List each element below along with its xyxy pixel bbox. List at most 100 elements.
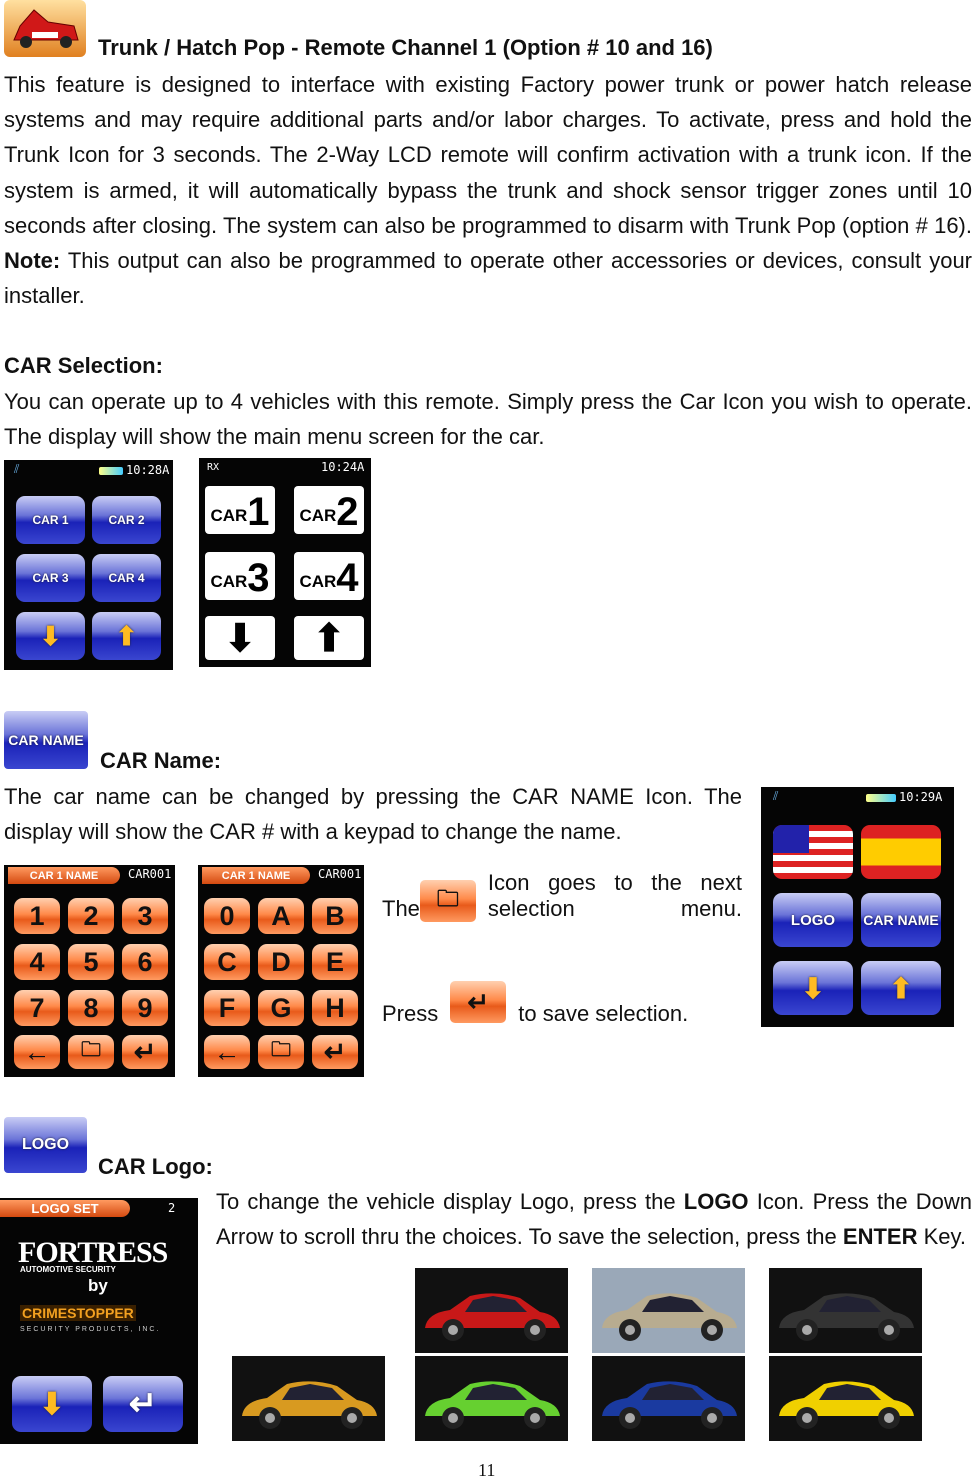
car-logo-image bbox=[415, 1268, 568, 1353]
car-label: CAR bbox=[299, 572, 337, 591]
clock-time: 10:29A bbox=[899, 790, 943, 804]
key-0[interactable]: 0 bbox=[204, 898, 250, 934]
name-value: CAR001 bbox=[128, 867, 172, 881]
backspace-arrow-icon[interactable]: ← bbox=[14, 1035, 60, 1069]
keypad-title: CAR 1 NAME bbox=[8, 867, 120, 884]
scroll-down-icon[interactable]: ⬇ bbox=[16, 612, 85, 660]
key-d[interactable]: D bbox=[258, 944, 304, 980]
enter-icon[interactable]: ↵ bbox=[122, 1035, 168, 1069]
scroll-up-icon[interactable]: ⬆ bbox=[92, 612, 161, 660]
page-number: 11 bbox=[478, 1460, 496, 1477]
up-arrow-icon[interactable]: ⬆ bbox=[294, 616, 364, 660]
key-g[interactable]: G bbox=[258, 990, 304, 1026]
key-f[interactable]: F bbox=[204, 990, 250, 1026]
key-7[interactable]: 7 bbox=[14, 990, 60, 1026]
car-logo-description: To change the vehicle display Logo, pres… bbox=[216, 1184, 972, 1254]
car-3-button[interactable]: CAR 3 bbox=[205, 552, 275, 600]
car-name-icon: CAR NAME bbox=[4, 711, 88, 769]
logo-set-title: LOGO SET bbox=[0, 1200, 130, 1217]
key-9[interactable]: 9 bbox=[122, 990, 168, 1026]
logo-number: 2 bbox=[168, 1201, 176, 1215]
clock-time: 10:24A bbox=[321, 460, 365, 474]
next-menu-folder-icon[interactable]: 🗀 bbox=[68, 1035, 114, 1069]
numeric-keypad-screen: CAR 1 NAME CAR001 1 2 3 4 5 6 7 8 9 ← 🗀 … bbox=[4, 865, 175, 1077]
mono-remote-screen: RX 10:24A CAR 1 CAR 2 CAR 3 CAR 4 ⬇ ⬆ bbox=[199, 458, 371, 667]
key-6[interactable]: 6 bbox=[122, 944, 168, 980]
save-pre-text: Press bbox=[382, 1001, 439, 1026]
save-post-text: to save selection. bbox=[518, 1001, 689, 1026]
key-4[interactable]: 4 bbox=[14, 944, 60, 980]
car-selection-heading: CAR Selection: bbox=[4, 353, 163, 378]
key-1[interactable]: 1 bbox=[14, 898, 60, 934]
logo-icon: LOGO bbox=[4, 1117, 87, 1173]
rx-status: RX bbox=[207, 462, 220, 473]
car-logo-heading: CAR Logo: bbox=[98, 1154, 213, 1179]
car-number: 1 bbox=[247, 490, 270, 534]
key-8[interactable]: 8 bbox=[68, 990, 114, 1026]
crimestopper-logo: CRIMESTOPPER bbox=[20, 1305, 136, 1321]
battery-icon bbox=[99, 467, 123, 475]
by-text: by bbox=[88, 1276, 108, 1295]
scroll-down-icon[interactable]: ⬇ bbox=[773, 961, 853, 1015]
trunk-heading: Trunk / Hatch Pop - Remote Channel 1 (Op… bbox=[98, 35, 713, 60]
key-2[interactable]: 2 bbox=[68, 898, 114, 934]
color-remote-screen: ⫽ 10:28A CAR 1 CAR 2 CAR 3 CAR 4 ⬇ ⬆ bbox=[4, 460, 173, 670]
antenna-icon: ⫽ bbox=[14, 462, 20, 476]
enter-word: ENTER bbox=[842, 1224, 918, 1250]
car-logo-image bbox=[415, 1356, 568, 1441]
next-post-text: Icon goes to the next selection menu. bbox=[487, 870, 742, 921]
backspace-arrow-icon[interactable]: ← bbox=[204, 1035, 250, 1069]
logo-body-3: Key. bbox=[917, 1224, 966, 1250]
note-body: This output can also be programmed to op… bbox=[4, 248, 972, 309]
car-icon bbox=[779, 1381, 914, 1429]
car-number: 4 bbox=[336, 556, 359, 600]
car-4-button[interactable]: CAR 4 bbox=[294, 552, 364, 600]
next-icon-explanation: The 🗀 Icon goes to the next selection me… bbox=[382, 870, 742, 922]
key-c[interactable]: C bbox=[204, 944, 250, 980]
enter-icon[interactable]: ↵ bbox=[312, 1035, 358, 1069]
key-a[interactable]: A bbox=[258, 898, 304, 934]
logo-button[interactable]: LOGO bbox=[773, 893, 853, 947]
car-name-heading: CAR Name: bbox=[100, 748, 222, 773]
us-flag-icon[interactable] bbox=[773, 825, 853, 879]
keypad-title: CAR 1 NAME bbox=[202, 867, 310, 884]
car-number: 2 bbox=[336, 490, 359, 534]
car-3-button[interactable]: CAR 3 bbox=[16, 554, 85, 602]
trunk-description: This feature is designed to interface wi… bbox=[4, 67, 972, 313]
battery-icon bbox=[866, 794, 896, 802]
car-icon bbox=[425, 1293, 560, 1341]
logo-body-1: To change the vehicle display Logo, pres… bbox=[216, 1189, 684, 1214]
car-name-button[interactable]: CAR NAME bbox=[861, 893, 941, 947]
logo-word: LOGO bbox=[683, 1189, 749, 1214]
menu-remote-screen: ⫽ 10:29A LOGO CAR NAME ⬇ ⬆ bbox=[761, 787, 954, 1027]
car-1-button[interactable]: CAR 1 bbox=[205, 486, 275, 534]
scroll-up-icon[interactable]: ⬆ bbox=[861, 961, 941, 1015]
key-b[interactable]: B bbox=[312, 898, 358, 934]
car-1-button[interactable]: CAR 1 bbox=[16, 496, 85, 544]
down-arrow-icon[interactable]: ⬇ bbox=[205, 616, 275, 660]
key-5[interactable]: 5 bbox=[68, 944, 114, 980]
car-2-button[interactable]: CAR 2 bbox=[92, 496, 161, 544]
car-name-description: The car name can be changed by pressing … bbox=[4, 784, 742, 845]
car-2-button[interactable]: CAR 2 bbox=[294, 486, 364, 534]
note-label: Note: bbox=[4, 248, 61, 274]
enter-icon: ↵ bbox=[450, 981, 507, 1023]
car-icon bbox=[602, 1381, 737, 1429]
key-3[interactable]: 3 bbox=[122, 898, 168, 934]
save-explanation: Press ↵ to save selection. bbox=[382, 981, 689, 1027]
spain-flag-icon[interactable] bbox=[861, 825, 941, 879]
car-label: CAR bbox=[210, 572, 248, 591]
antenna-icon: ⫽ bbox=[773, 789, 779, 803]
fortress-tagline: AUTOMOTIVE SECURITY bbox=[20, 1265, 116, 1274]
car-4-button[interactable]: CAR 4 bbox=[92, 554, 161, 602]
car-selection-description: You can operate up to 4 vehicles with th… bbox=[4, 389, 972, 450]
key-e[interactable]: E bbox=[312, 944, 358, 980]
alpha-keypad-screen: CAR 1 NAME CAR001 0 A B C D E F G H ← 🗀 … bbox=[198, 865, 364, 1077]
crimestopper-tagline: SECURITY PRODUCTS, INC. bbox=[20, 1326, 161, 1333]
enter-icon[interactable]: ↵ bbox=[103, 1376, 183, 1432]
car-logo-image bbox=[592, 1268, 745, 1353]
scroll-down-icon[interactable]: ⬇ bbox=[12, 1376, 92, 1432]
car-logo-image bbox=[592, 1356, 745, 1441]
next-menu-folder-icon[interactable]: 🗀 bbox=[258, 1035, 304, 1069]
key-h[interactable]: H bbox=[312, 990, 358, 1026]
